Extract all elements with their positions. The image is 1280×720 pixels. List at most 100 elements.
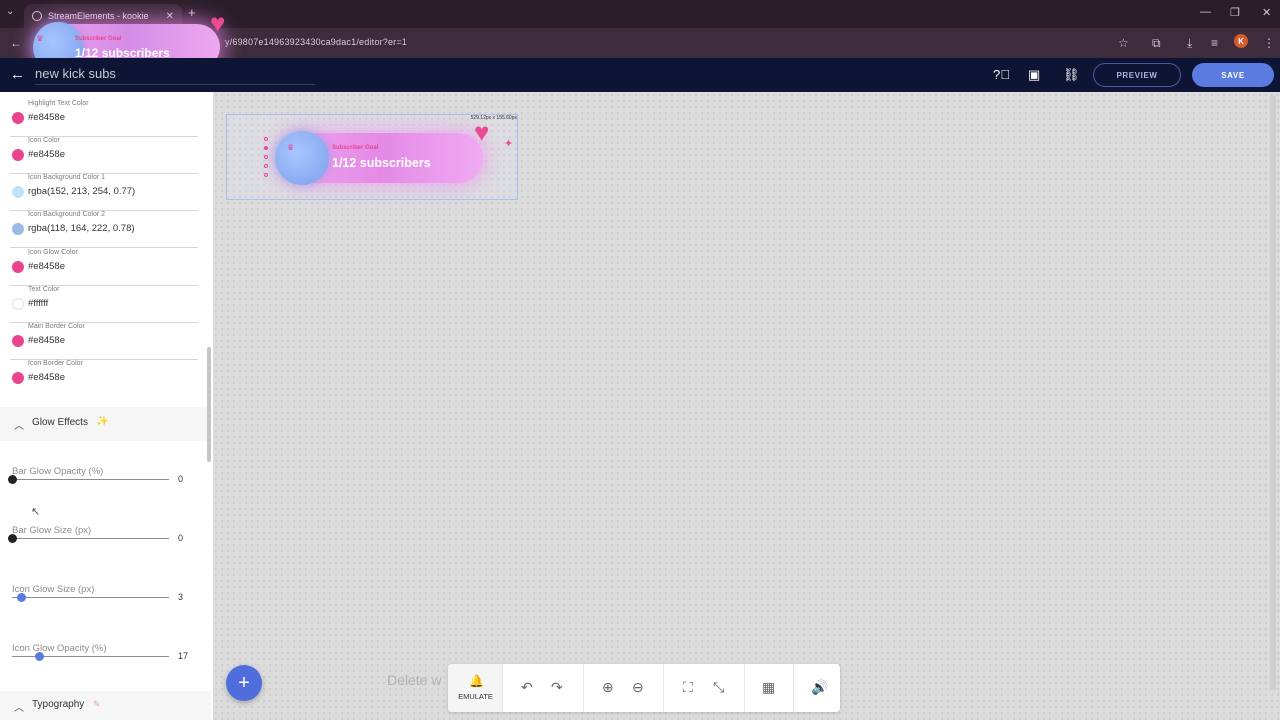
- slider-knob[interactable]: [8, 475, 17, 484]
- dot: [264, 137, 268, 141]
- help-icon[interactable]: ?⃝: [993, 67, 1010, 82]
- field-value[interactable]: rgba(118, 164, 222, 0.78): [28, 223, 135, 234]
- slider-icon-glow-opacity[interactable]: Icon Glow Opacity (%) 17: [12, 643, 192, 673]
- goal-value: 1/12 subscribers: [332, 156, 431, 170]
- monitor-icon[interactable]: ▣: [1028, 67, 1040, 83]
- slider-track[interactable]: [12, 597, 169, 598]
- field-value[interactable]: #e8458e: [28, 335, 65, 346]
- bookmark-star-icon[interactable]: ☆: [1118, 36, 1129, 50]
- editor-header: ← new kick subs ?⃝ ▣ ⛓ PREVIEW SAVE: [0, 58, 1280, 92]
- field-value[interactable]: #e8458e: [28, 372, 65, 383]
- chevron-up-icon[interactable]: ︿: [14, 699, 24, 714]
- slider-track[interactable]: [12, 538, 169, 539]
- slider-label: Bar Glow Opacity (%): [12, 466, 104, 477]
- back-arrow-icon[interactable]: ←: [10, 66, 25, 83]
- zoom-in-icon[interactable]: ⊕: [602, 679, 614, 696]
- sparkle-icon: ✨: [96, 416, 109, 427]
- field-value[interactable]: #e8458e: [28, 149, 65, 160]
- undo-icon[interactable]: ↶: [521, 679, 533, 696]
- dot: [264, 164, 268, 168]
- color-field-text[interactable]: Text Color #ffffff: [10, 286, 198, 323]
- new-tab-icon[interactable]: +: [188, 5, 196, 20]
- slider-knob[interactable]: [35, 652, 44, 661]
- field-label: Icon Background Color 2: [28, 211, 106, 218]
- color-swatch[interactable]: [12, 112, 24, 124]
- streamelements-favicon-icon: [32, 11, 42, 21]
- canvas-toolbar: 🔔 EMULATE ↶ ↷ ⊕ ⊖ ⛶ ⤡ ▦ 🔊: [448, 664, 840, 712]
- color-field-icon-bg-1[interactable]: Icon Background Color 1 rgba(152, 213, 2…: [10, 174, 198, 211]
- dot: [264, 146, 268, 150]
- bell-icon: 🔔: [469, 674, 484, 688]
- glow-effects-section-header[interactable]: ︿ Glow Effects ✨: [0, 407, 211, 441]
- color-field-icon-border[interactable]: Icon Border Color #e8458e: [10, 360, 198, 397]
- tab-search-icon[interactable]: ⌄: [6, 6, 14, 17]
- color-swatch[interactable]: [12, 223, 24, 235]
- divider: [583, 664, 584, 712]
- zoom-out-icon[interactable]: ⊖: [632, 679, 644, 696]
- color-field-highlight-text[interactable]: Highlight Text Color #e8458e: [10, 100, 198, 137]
- heart-icon: ♥: [210, 8, 226, 38]
- goal-widget-selection[interactable]: 529.12px x 155.60px ♛ Subscriber Goal 1/…: [226, 114, 518, 200]
- grid-icon[interactable]: ▦: [762, 679, 775, 696]
- slider-knob[interactable]: [8, 534, 17, 543]
- divider: [793, 664, 794, 712]
- save-button[interactable]: SAVE: [1192, 63, 1274, 87]
- slider-bar-glow-opacity[interactable]: Bar Glow Opacity (%) 0: [8, 466, 192, 496]
- color-field-icon-bg-2[interactable]: Icon Background Color 2 rgba(118, 164, 2…: [10, 211, 198, 248]
- preview-button[interactable]: PREVIEW: [1093, 63, 1181, 87]
- volume-icon[interactable]: 🔊: [811, 679, 828, 696]
- url-field[interactable]: y/69807e14963923430ca9dac1/editor?er=1: [225, 37, 407, 47]
- field-label: Highlight Text Color: [28, 100, 89, 107]
- profile-avatar[interactable]: K: [1234, 34, 1248, 48]
- close-window-icon[interactable]: ✕: [1262, 6, 1271, 19]
- fullscreen-icon[interactable]: ⛶: [683, 679, 693, 696]
- maximize-icon[interactable]: ❐: [1230, 6, 1240, 19]
- color-swatch[interactable]: [12, 186, 24, 198]
- download-icon[interactable]: ⤓: [1187, 36, 1192, 51]
- color-swatch[interactable]: [12, 261, 24, 273]
- floating-goal-label: Subscriber Goal: [75, 36, 122, 42]
- field-value[interactable]: #ffffff: [28, 298, 48, 309]
- color-swatch[interactable]: [12, 149, 24, 161]
- media-icon[interactable]: ≡: [1211, 36, 1218, 50]
- emulate-button[interactable]: 🔔 EMULATE: [448, 664, 503, 712]
- field-value[interactable]: rgba(152, 213, 254, 0.77): [28, 186, 135, 197]
- slider-value: 0: [178, 533, 184, 543]
- tab-title: StreamElements - kookie: [48, 11, 149, 21]
- redo-icon[interactable]: ↷: [551, 679, 563, 696]
- divider: [744, 664, 745, 712]
- divider: [663, 664, 664, 712]
- canvas-scrollbar[interactable]: [1270, 95, 1276, 690]
- slider-icon-glow-size[interactable]: Icon Glow Size (px) 3: [12, 584, 192, 614]
- slider-track[interactable]: [12, 479, 169, 480]
- dot: [264, 173, 268, 177]
- goal-widget-icon: [275, 131, 329, 185]
- extensions-icon[interactable]: ⧉: [1152, 36, 1161, 51]
- typography-section-header[interactable]: ︿ Typography ✎: [0, 691, 211, 720]
- color-field-icon[interactable]: Icon Color #e8458e: [10, 137, 198, 174]
- color-field-icon-glow[interactable]: Icon Glow Color #e8458e: [10, 249, 198, 286]
- menu-icon[interactable]: ⋮: [1263, 36, 1275, 50]
- color-swatch[interactable]: [12, 335, 24, 347]
- widget-dot-indicator: [264, 137, 270, 182]
- field-label: Icon Color: [28, 137, 60, 144]
- back-arrow-icon[interactable]: ←: [10, 36, 22, 50]
- slider-bar-glow-size[interactable]: Bar Glow Size (px) 0: [8, 525, 192, 555]
- delete-hint-text: Delete w: [387, 672, 442, 688]
- color-swatch[interactable]: [12, 372, 24, 384]
- sidebar-scrollbar[interactable]: [207, 347, 211, 462]
- color-swatch[interactable]: [12, 298, 24, 310]
- exit-fullscreen-icon[interactable]: ⤡: [713, 679, 724, 696]
- field-value[interactable]: #e8458e: [28, 112, 65, 123]
- close-tab-icon[interactable]: ✕: [166, 11, 174, 22]
- link-icon[interactable]: ⛓: [1063, 67, 1080, 83]
- slider-value: 17: [178, 651, 189, 661]
- add-widget-button[interactable]: +: [226, 665, 262, 701]
- chevron-up-icon[interactable]: ︿: [14, 417, 24, 432]
- field-value[interactable]: #e8458e: [28, 261, 65, 272]
- field-label: Text Color: [28, 286, 60, 293]
- slider-knob[interactable]: [17, 593, 26, 602]
- minimize-icon[interactable]: —: [1200, 6, 1211, 18]
- overlay-title[interactable]: new kick subs: [35, 66, 116, 81]
- color-field-main-border[interactable]: Main Border Color #e8458e: [10, 323, 198, 360]
